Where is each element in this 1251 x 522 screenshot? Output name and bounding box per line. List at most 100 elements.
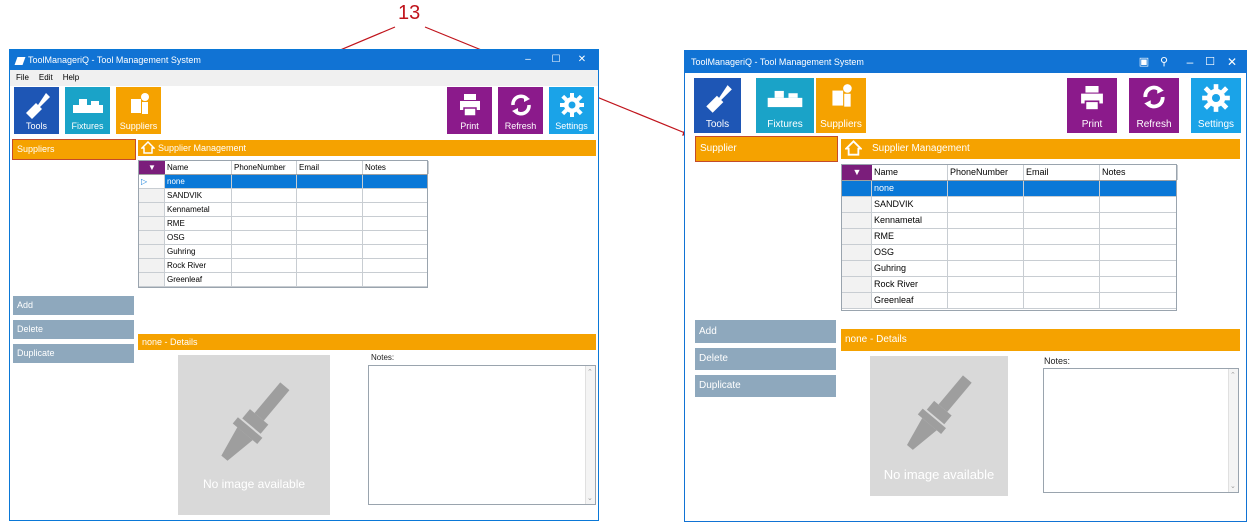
row-name-cell: Rock River: [872, 277, 948, 292]
delete-button[interactable]: Delete: [13, 320, 134, 339]
details-title: none - Details: [845, 334, 907, 345]
notes-label: Notes:: [371, 353, 395, 362]
table-row[interactable]: Guhring: [139, 245, 427, 259]
maximize-button[interactable]: ☐: [1198, 52, 1222, 72]
home-icon[interactable]: [845, 140, 862, 156]
column-header-name[interactable]: Name: [165, 161, 232, 174]
close-button[interactable]: ✕: [1220, 52, 1244, 72]
scroll-up-icon[interactable]: ⌃: [587, 368, 593, 376]
delete-button[interactable]: Delete: [695, 348, 836, 370]
settings-label: Settings: [1197, 119, 1235, 130]
row-name-cell: Greenleaf: [872, 293, 948, 308]
home-icon[interactable]: [141, 141, 155, 154]
column-header-notes[interactable]: Notes: [363, 161, 429, 174]
app-icon: [14, 56, 26, 65]
menu-help[interactable]: Help: [63, 73, 79, 82]
settings-label: Settings: [555, 121, 588, 131]
details-header: none - Details: [138, 334, 596, 350]
table-row[interactable]: Greenleaf: [139, 273, 427, 287]
section-title: Supplier Management: [158, 143, 247, 153]
supplier-management-header: Supplier Management: [841, 139, 1240, 159]
notes-textarea[interactable]: ⌃ ⌄: [1043, 368, 1239, 493]
table-row[interactable]: SANDVIK: [139, 189, 427, 203]
print-icon: [459, 94, 480, 117]
window-title: ToolManageriQ - Tool Management System: [28, 55, 201, 65]
column-header-notes[interactable]: Notes: [1100, 165, 1178, 180]
menu-file[interactable]: File: [16, 73, 29, 82]
tools-tile[interactable]: Tools: [694, 78, 741, 133]
refresh-tile[interactable]: Refresh: [498, 87, 543, 134]
nav-item-supplier[interactable]: Supplier: [695, 136, 838, 162]
no-image-placeholder: No image available: [870, 356, 1008, 496]
filter-icon[interactable]: ▼: [842, 165, 872, 180]
right-app-window: ToolManageriQ - Tool Management System ▣…: [684, 50, 1247, 522]
settings-tile[interactable]: Settings: [1191, 78, 1241, 133]
window-title: ToolManageriQ - Tool Management System: [691, 57, 864, 67]
suppliers-icon: [130, 93, 149, 114]
grid-header: ▼ Name PhoneNumber Email Notes: [139, 161, 429, 175]
print-tile[interactable]: Print: [447, 87, 492, 134]
add-button[interactable]: Add: [13, 296, 134, 315]
details-title: none - Details: [142, 337, 198, 347]
fixtures-tile[interactable]: Fixtures: [756, 78, 814, 133]
print-icon: [1081, 86, 1103, 111]
maximize-button[interactable]: ☐: [544, 50, 568, 70]
notes-textarea[interactable]: ⌃ ⌄: [368, 365, 596, 505]
suppliers-grid[interactable]: ▼ Name PhoneNumber Email Notes none SAND…: [841, 164, 1178, 311]
scroll-down-icon[interactable]: ⌄: [587, 494, 593, 502]
table-row[interactable]: Guhring: [842, 261, 1176, 277]
duplicate-button[interactable]: Duplicate: [13, 344, 134, 363]
table-row[interactable]: Greenleaf: [842, 293, 1176, 309]
print-tile[interactable]: Print: [1067, 78, 1117, 133]
tools-tile[interactable]: Tools: [14, 87, 59, 134]
refresh-tile[interactable]: Refresh: [1129, 78, 1179, 133]
column-header-email[interactable]: Email: [297, 161, 363, 174]
suppliers-tile[interactable]: Suppliers: [116, 87, 161, 134]
nav-item-suppliers[interactable]: Suppliers: [12, 139, 136, 160]
row-name-cell: Greenleaf: [165, 273, 232, 286]
column-header-phone[interactable]: PhoneNumber: [232, 161, 297, 174]
table-row[interactable]: OSG: [842, 245, 1176, 261]
menu-edit[interactable]: Edit: [39, 73, 53, 82]
table-row[interactable]: ▷ none: [139, 175, 427, 189]
suppliers-tile[interactable]: Suppliers: [816, 78, 866, 133]
refresh-label: Refresh: [504, 121, 537, 131]
column-header-name[interactable]: Name: [872, 165, 948, 180]
table-row[interactable]: RME: [139, 217, 427, 231]
close-button[interactable]: ✕: [570, 50, 594, 70]
scroll-up-icon[interactable]: ⌃: [1230, 371, 1236, 379]
details-header: none - Details: [841, 329, 1240, 351]
notes-scrollbar[interactable]: ⌃ ⌄: [1228, 369, 1238, 492]
left-titlebar: ToolManageriQ - Tool Management System: [10, 50, 598, 70]
tools-label: Tools: [705, 119, 730, 130]
table-row[interactable]: OSG: [139, 231, 427, 245]
refresh-icon: [510, 94, 531, 116]
table-row[interactable]: Kennametal: [842, 213, 1176, 229]
pin-icon[interactable]: ⚲: [1152, 52, 1176, 72]
table-row[interactable]: SANDVIK: [842, 197, 1176, 213]
minimize-button[interactable]: –: [516, 50, 540, 70]
table-row[interactable]: Rock River: [139, 259, 427, 273]
fixtures-tile[interactable]: Fixtures: [65, 87, 110, 134]
no-image-placeholder: No image available: [178, 355, 330, 515]
table-row[interactable]: RME: [842, 229, 1176, 245]
notes-scrollbar[interactable]: ⌃ ⌄: [585, 366, 595, 504]
row-name-cell: Kennametal: [165, 203, 232, 216]
column-header-phone[interactable]: PhoneNumber: [948, 165, 1024, 180]
notes-label: Notes:: [1044, 356, 1071, 366]
column-header-email[interactable]: Email: [1024, 165, 1100, 180]
table-row[interactable]: Kennametal: [139, 203, 427, 217]
section-title: Supplier Management: [872, 143, 970, 154]
filter-icon[interactable]: ▼: [139, 161, 165, 174]
suppliers-grid[interactable]: ▼ Name PhoneNumber Email Notes ▷ none SA…: [138, 160, 429, 288]
duplicate-button[interactable]: Duplicate: [695, 375, 836, 397]
row-name-cell: none: [872, 181, 948, 196]
menu-bar: File Edit Help: [10, 70, 598, 86]
table-row[interactable]: Rock River: [842, 277, 1176, 293]
row-name-cell: Rock River: [165, 259, 232, 272]
tools-label: Tools: [25, 121, 47, 131]
add-button[interactable]: Add: [695, 320, 836, 343]
scroll-down-icon[interactable]: ⌄: [1230, 482, 1236, 490]
settings-tile[interactable]: Settings: [549, 87, 594, 134]
table-row[interactable]: none: [842, 181, 1176, 197]
